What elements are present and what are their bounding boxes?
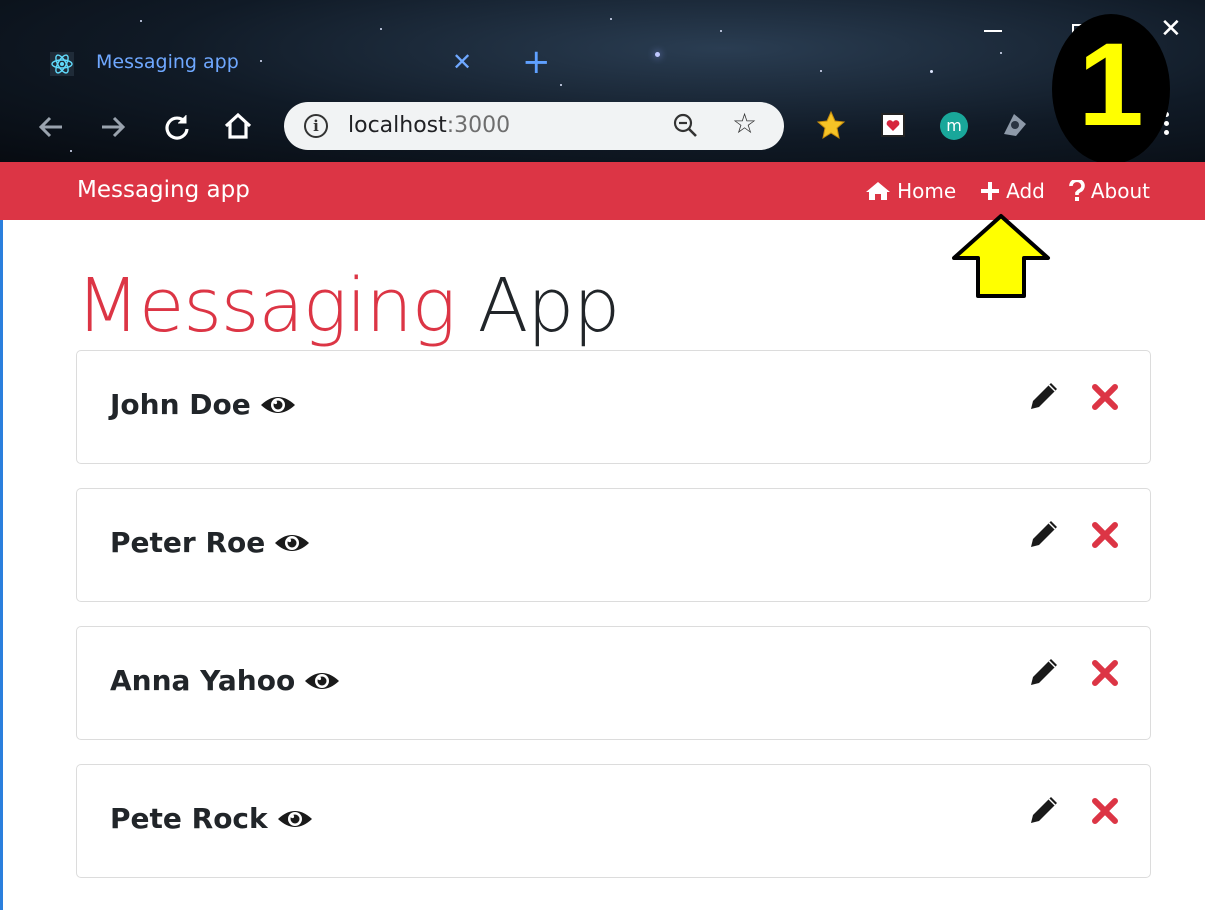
message-sender: Peter Roe	[110, 526, 311, 559]
message-sender-name: John Doe	[110, 388, 251, 421]
nav-about-label: About	[1090, 179, 1150, 203]
page-title-accent: Messaging	[76, 263, 456, 349]
pencil-icon[interactable]	[1027, 655, 1061, 689]
message-card: Anna Yahoo	[76, 626, 1151, 740]
message-sender-name: Pete Rock	[110, 802, 268, 835]
delete-icon[interactable]	[1091, 521, 1119, 549]
message-card: Peter Roe	[76, 488, 1151, 602]
address-url[interactable]: localhost:3000	[348, 113, 510, 138]
zoom-out-icon[interactable]	[672, 112, 698, 138]
home-icon	[866, 182, 891, 200]
message-sender: Pete Rock	[110, 802, 314, 835]
eye-icon[interactable]	[276, 807, 314, 831]
nav-links: Home Add About	[865, 179, 1150, 203]
tab-close-icon[interactable]: ✕	[452, 48, 472, 76]
bookmark-star-icon[interactable]: ☆	[732, 107, 757, 140]
reload-icon[interactable]	[162, 112, 192, 142]
delete-icon[interactable]	[1091, 659, 1119, 687]
m-extension-icon[interactable]: m	[940, 112, 968, 140]
browser-tab[interactable]: Messaging app ✕	[38, 42, 488, 86]
new-tab-button[interactable]: +	[522, 42, 551, 82]
pencil-icon[interactable]	[1027, 793, 1061, 827]
step-badge: 1	[1052, 14, 1170, 162]
message-sender-name: Anna Yahoo	[110, 664, 296, 697]
delete-icon[interactable]	[1091, 383, 1119, 411]
nav-home-label: Home	[897, 179, 957, 203]
address-bar[interactable]: i localhost:3000 ☆	[284, 102, 784, 150]
nav-about[interactable]: About	[1069, 179, 1150, 203]
browser-chrome: Messaging app ✕ + ✕ i localhost:3000 ☆ m	[0, 0, 1205, 162]
nav-home[interactable]: Home	[865, 179, 956, 203]
forward-icon[interactable]	[98, 112, 128, 142]
nav-add[interactable]: Add	[980, 179, 1045, 203]
eye-icon[interactable]	[273, 531, 311, 555]
page-title: Messaging App	[76, 258, 621, 354]
plus-icon	[981, 182, 1000, 200]
annotation-arrow-icon	[952, 214, 1050, 298]
message-card: Pete Rock	[76, 764, 1151, 878]
pencil-icon[interactable]	[1027, 379, 1061, 413]
pocket-icon[interactable]	[878, 110, 908, 140]
nav-add-label: Add	[1006, 179, 1045, 203]
home-icon[interactable]	[222, 110, 254, 142]
message-sender: Anna Yahoo	[110, 664, 341, 697]
page-title-main: App	[477, 263, 621, 349]
eye-icon[interactable]	[303, 669, 341, 693]
message-sender: John Doe	[110, 388, 297, 421]
tab-title: Messaging app	[96, 51, 239, 73]
info-icon[interactable]: i	[304, 114, 328, 138]
eye-icon[interactable]	[259, 393, 297, 417]
back-icon[interactable]	[36, 112, 66, 142]
extension-puzzle-icon[interactable]	[1000, 110, 1030, 140]
navbar-brand[interactable]: Messaging app	[77, 177, 250, 203]
step-number: 1	[1078, 19, 1144, 151]
message-card: John Doe	[76, 350, 1151, 464]
pencil-icon[interactable]	[1027, 517, 1061, 551]
minimize-icon[interactable]	[984, 30, 1002, 32]
question-icon	[1069, 180, 1085, 201]
message-sender-name: Peter Roe	[110, 526, 266, 559]
message-list: John Doe Peter Roe Anna Yahoo Pete Rock	[76, 350, 1151, 902]
favorites-star-icon[interactable]	[816, 110, 846, 140]
delete-icon[interactable]	[1091, 797, 1119, 825]
react-icon	[50, 52, 74, 76]
